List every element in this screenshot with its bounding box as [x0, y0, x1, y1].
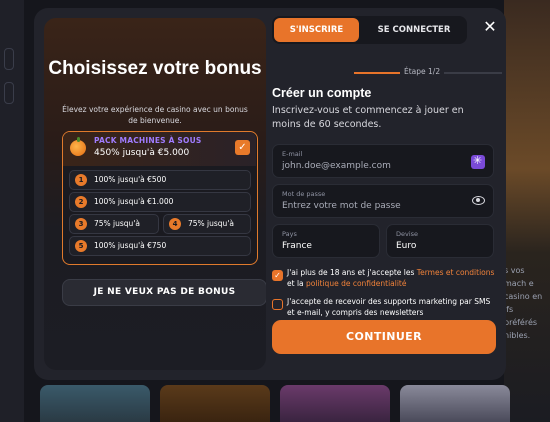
bonus-tier: 4 75% jusqu'à €1.250 [163, 214, 251, 246]
currency-value: Euro [396, 241, 417, 251]
bonus-option-label: PACK MACHINES À SOUS [94, 136, 202, 145]
tier-label: 100% jusqu'à €1.000 [94, 197, 174, 206]
currency-select[interactable]: Devise Euro [386, 224, 494, 258]
tier-number-badge: 5 [75, 240, 87, 252]
terms-link[interactable]: Termes et conditions [417, 268, 495, 277]
country-value: France [282, 241, 312, 251]
tab-login[interactable]: SE CONNECTER [364, 18, 464, 42]
game-card [160, 385, 270, 422]
password-placeholder[interactable]: Entrez votre mot de passe [282, 201, 401, 211]
tier-number-badge: 3 [75, 218, 87, 230]
background-game-art [504, 0, 550, 422]
country-label: Pays [282, 230, 297, 238]
privacy-link[interactable]: politique de confidentialité [306, 279, 406, 288]
password-label: Mot de passe [282, 190, 326, 198]
game-card [40, 385, 150, 422]
terms-checkbox[interactable]: ✓ [272, 270, 283, 281]
email-label: E-mail [282, 150, 303, 158]
game-card [400, 385, 510, 422]
background-sidebar [0, 0, 24, 422]
auth-tabs: S'INSCRIRE SE CONNECTER [272, 16, 467, 44]
terms-prefix: J'ai plus de 18 ans et j'accepte les [287, 268, 417, 277]
close-icon[interactable]: ✕ [481, 18, 499, 36]
bonus-subtitle: Élevez votre expérience de casino avec u… [62, 105, 248, 125]
form-subtitle: Inscrivez-vous et commencez à jouer en m… [272, 105, 464, 130]
background-side-text: s vos mach e casino en lfs préférés nibl… [504, 266, 543, 340]
password-field[interactable]: Mot de passe Entrez votre mot de passe [272, 184, 494, 218]
eye-icon[interactable] [472, 196, 485, 205]
no-bonus-button[interactable]: JE NE VEUX PAS DE BONUS [62, 279, 266, 306]
game-card [280, 385, 390, 422]
bonus-option-header[interactable]: PACK MACHINES À SOUS 450% jusqu'à €5.000… [63, 132, 256, 166]
tier-label: 100% jusqu'à €750 [94, 241, 167, 250]
tier-number-badge: 2 [75, 196, 87, 208]
check-icon[interactable]: ✓ [235, 140, 250, 155]
bonus-panel: Choisissez votre bonus Élevez votre expé… [44, 18, 266, 370]
continue-button[interactable]: CONTINUER [272, 320, 496, 354]
bonus-title: Choisissez votre bonus [48, 58, 262, 79]
background-nav-button [4, 48, 14, 70]
email-placeholder[interactable]: john.doe@example.com [282, 161, 391, 171]
bonus-tier: 5 100% jusqu'à €750 [69, 236, 251, 256]
form-title: Créer un compte [272, 86, 372, 100]
terms-text: J'ai plus de 18 ans et j'accepte les Ter… [287, 267, 499, 289]
background-game-cards [40, 385, 550, 422]
bonus-option-value: 450% jusqu'à €5.000 [94, 148, 190, 158]
step-label: Étape 1/2 [400, 67, 445, 76]
tab-signup[interactable]: S'INSCRIRE [274, 18, 359, 42]
terms-mid: et la [287, 279, 307, 288]
country-select[interactable]: Pays France [272, 224, 380, 258]
registration-modal: Choisissez votre bonus Élevez votre expé… [34, 8, 506, 380]
currency-label: Devise [396, 230, 419, 238]
tier-label: 100% jusqu'à €500 [94, 175, 167, 184]
keypass-icon[interactable] [471, 154, 485, 169]
tier-number-badge: 4 [169, 218, 181, 230]
bonus-tier: 2 100% jusqu'à €1.000 [69, 192, 251, 212]
background-nav-button [4, 82, 14, 104]
bonus-tier: 3 75% jusqu'à €1.500 [69, 214, 159, 246]
email-field[interactable]: E-mail john.doe@example.com [272, 144, 494, 178]
orange-icon [70, 137, 86, 156]
tier-number-badge: 1 [75, 174, 87, 186]
bonus-option-slots-pack[interactable]: PACK MACHINES À SOUS 450% jusqu'à €5.000… [62, 131, 258, 265]
marketing-text: J'accepte de recevoir des supports marke… [287, 297, 491, 317]
bonus-tier: 1 100% jusqu'à €500 [69, 170, 251, 190]
marketing-checkbox[interactable] [272, 299, 283, 310]
